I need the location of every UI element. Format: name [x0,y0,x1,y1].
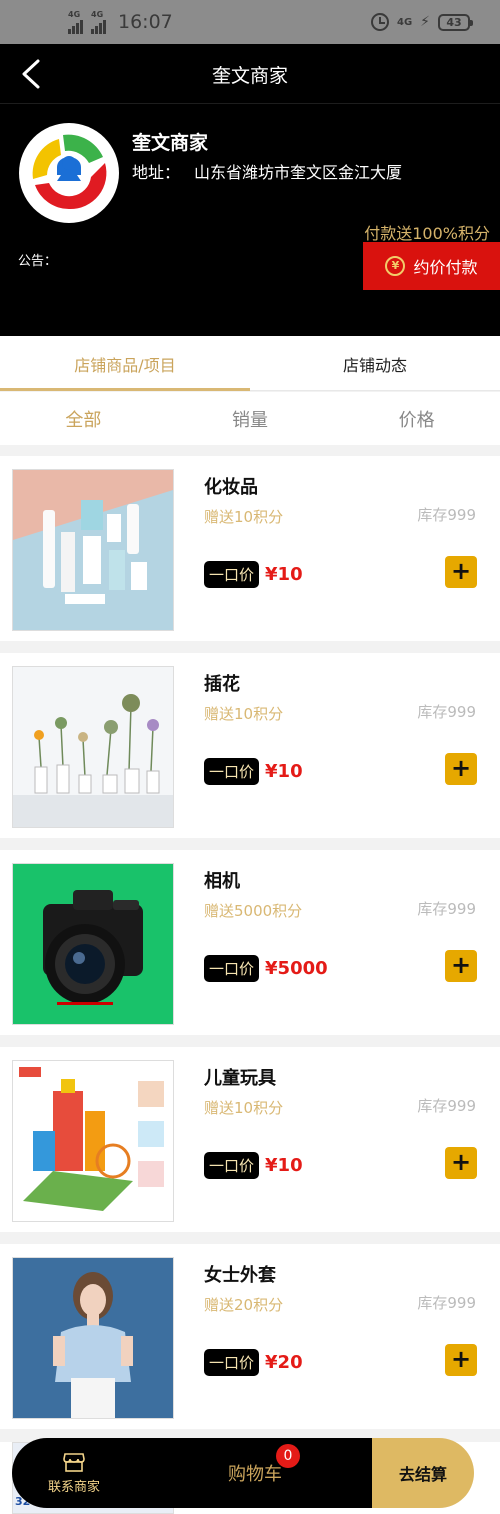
product-list: 化妆品 赠送10积分 库存999 一口价 ¥10 + 插花 赠送10积分 库存9… [0,456,500,1441]
promo-text: 付款送100%积分 [364,224,490,243]
product-name: 女士外套 [204,1265,276,1286]
add-to-cart-button[interactable]: + [445,556,477,588]
camera-image [13,864,173,1024]
store-address: 地址： 山东省潍坊市奎文区金江大厦 [132,159,402,183]
price-row: 一口价 ¥10 [204,758,303,785]
fixed-price-badge: 一口价 [204,1152,260,1179]
product-image [12,863,174,1025]
product-bonus-points: 赠送10积分 [204,1099,284,1117]
price-row: 一口价 ¥5000 [204,955,328,982]
contact-merchant-button[interactable]: 联系商家 [12,1438,136,1508]
store-logo [19,123,119,223]
product-image [12,666,174,828]
product-price: ¥10 [265,761,303,782]
product-name: 化妆品 [204,477,258,498]
product-bonus-points: 赠送20积分 [204,1296,284,1314]
signal-icon: 4G [91,10,106,34]
address-label: 地址： [132,163,181,182]
product-name: 相机 [204,871,240,892]
store-header: 奎文商家 地址： 山东省潍坊市奎文区金江大厦 付款送100%积分 ¥ 约价付款 … [0,104,500,336]
price-row: 一口价 ¥20 [204,1349,303,1376]
product-stock: 库存999 [417,1294,476,1312]
store-name: 奎文商家 [132,132,209,154]
product-price: ¥20 [265,1352,303,1373]
product-price: ¥10 [265,564,303,585]
product-card[interactable]: 插花 赠送10积分 库存999 一口价 ¥10 + [0,653,500,838]
status-bar: 4G 4G 16:07 4G ⚡ 43 [0,0,500,44]
cosmetics-image [13,470,173,630]
battery-icon: 43 [438,13,473,31]
fixed-price-badge: 一口价 [204,758,260,785]
price-row: 一口价 ¥10 [204,561,303,588]
product-image [12,1257,174,1419]
cart-label: 购物车 [228,1464,282,1485]
charging-icon: ⚡ [420,14,430,30]
sort-all[interactable]: 全部 [0,392,167,445]
checkout-button[interactable]: 去结算 [372,1438,474,1508]
page-title: 奎文商家 [211,65,288,87]
toys-image [13,1061,173,1221]
flowers-image [13,667,173,827]
product-price: ¥10 [265,1155,303,1176]
product-price: ¥5000 [265,958,328,979]
negotiate-pay-button[interactable]: ¥ 约价付款 [363,242,500,290]
store-tabs: 店铺商品/项目 店铺动态 [0,336,500,391]
product-name: 儿童玩具 [204,1068,276,1089]
product-stock: 库存999 [417,900,476,918]
product-image [12,1060,174,1222]
product-card[interactable]: 儿童玩具 赠送10积分 库存999 一口价 ¥10 + [0,1047,500,1232]
contact-label: 联系商家 [47,1479,100,1495]
product-image [12,469,174,631]
bottom-action-bar: 购物车 0 联系商家 去结算 [12,1436,474,1508]
tab-products[interactable]: 店铺商品/项目 [0,336,250,391]
product-stock: 库存999 [417,506,476,524]
product-card[interactable]: 相机 赠送5000积分 库存999 一口价 ¥5000 + [0,850,500,1035]
add-to-cart-button[interactable]: + [445,950,477,982]
cart-count-badge: 0 [276,1444,300,1468]
sort-sales[interactable]: 销量 [167,392,334,445]
nav-bar: 奎文商家 [0,44,500,104]
fixed-price-badge: 一口价 [204,561,260,588]
add-to-cart-button[interactable]: + [445,1344,477,1376]
product-bonus-points: 赠送10积分 [204,508,284,526]
product-card[interactable]: 女士外套 赠送20积分 库存999 一口价 ¥20 + [0,1244,500,1429]
product-stock: 库存999 [417,1097,476,1115]
pay-button-label: 约价付款 [413,258,478,277]
product-card[interactable]: 化妆品 赠送10积分 库存999 一口价 ¥10 + [0,456,500,641]
add-to-cart-button[interactable]: + [445,753,477,785]
signal-icon: 4G [68,10,83,34]
product-bonus-points: 赠送10积分 [204,705,284,723]
coat-image [13,1258,173,1418]
cart-button[interactable]: 购物车 0 [124,1438,386,1508]
address-value: 山东省潍坊市奎文区金江大厦 [194,163,403,182]
store-icon [63,1452,85,1472]
fixed-price-badge: 一口价 [204,955,260,982]
add-to-cart-button[interactable]: + [445,1147,477,1179]
status-time: 16:07 [118,11,173,33]
status-right: 4G ⚡ 43 [370,13,473,31]
status-left: 4G 4G 16:07 [68,10,173,34]
store-logo-icon [20,124,118,222]
network-4g-icon: 4G [396,16,413,28]
price-row: 一口价 ¥10 [204,1152,303,1179]
sort-bar: 全部 销量 价格 [0,392,500,445]
sort-price[interactable]: 价格 [333,392,500,445]
yuan-coin-icon: ¥ [385,256,406,276]
product-bonus-points: 赠送5000积分 [204,902,303,920]
fixed-price-badge: 一口价 [204,1349,260,1376]
notice-label: 公告： [18,254,58,269]
product-stock: 库存999 [417,703,476,721]
alarm-icon [370,13,389,31]
tab-store-news[interactable]: 店铺动态 [250,336,500,391]
product-name: 插花 [204,674,240,695]
